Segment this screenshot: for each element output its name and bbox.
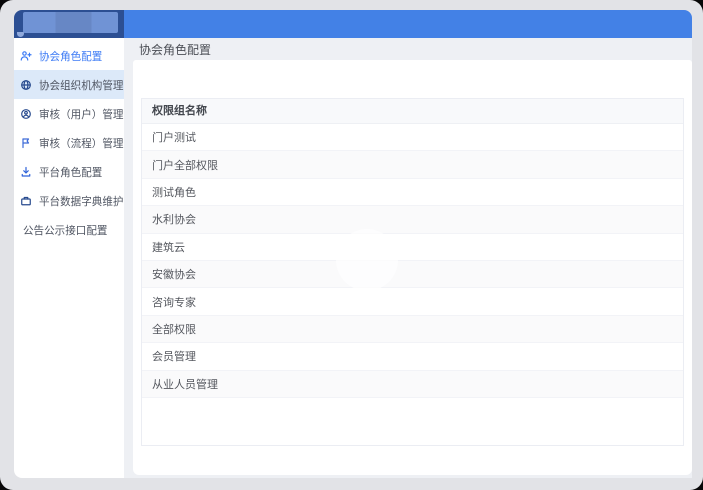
content-card: 权限组名称 门户测试门户全部权限测试角色水利协会建筑云安徽协会咨询专家全部权限会… — [133, 60, 692, 475]
main-content: 协会角色配置 权限组名称 门户测试门户全部权限测试角色水利协会建筑云安徽协会咨询… — [124, 38, 692, 478]
permission-group-table: 权限组名称 门户测试门户全部权限测试角色水利协会建筑云安徽协会咨询专家全部权限会… — [141, 98, 684, 446]
table-header-permission-group-name: 权限组名称 — [142, 99, 683, 124]
sidebar-item-5[interactable]: 平台角色配置 — [14, 157, 124, 186]
platform-role-icon — [20, 166, 32, 178]
table-row[interactable]: 门户测试 — [142, 124, 683, 151]
table-row[interactable]: 安徽协会 — [142, 261, 683, 288]
sidebar-item-3[interactable]: 审核（用户）管理 — [14, 99, 124, 128]
sidebar-item-label: 平台角色配置 — [39, 164, 102, 179]
table-row[interactable]: 咨询专家 — [142, 288, 683, 315]
permission-group-name: 咨询专家 — [152, 294, 196, 310]
table-row[interactable]: 测试角色 — [142, 179, 683, 206]
sidebar-item-1[interactable]: 协会角色配置 — [14, 41, 124, 70]
permission-group-name: 门户全部权限 — [152, 157, 218, 173]
sidebar-item-label: 平台数据字典维护 — [39, 193, 123, 208]
permission-group-name: 门户测试 — [152, 129, 196, 145]
top-navbar — [124, 10, 692, 38]
table-row[interactable]: 门户全部权限 — [142, 151, 683, 178]
permission-group-name: 会员管理 — [152, 348, 196, 364]
permission-group-name: 全部权限 — [152, 321, 196, 337]
permission-group-name: 从业人员管理 — [152, 376, 218, 392]
table-body: 门户测试门户全部权限测试角色水利协会建筑云安徽协会咨询专家全部权限会员管理从业人… — [142, 124, 683, 398]
sidebar-item-label: 审核（用户）管理 — [39, 106, 123, 121]
sidebar-item-label: 审核（流程）管理 — [39, 135, 123, 150]
permission-group-name: 水利协会 — [152, 211, 196, 227]
sidebar-item-4[interactable]: 审核（流程）管理 — [14, 128, 124, 157]
logo-glyph — [17, 32, 24, 37]
sidebar-item-7[interactable]: 公告公示接口配置 — [14, 215, 124, 244]
permission-group-name: 安徽协会 — [152, 266, 196, 282]
sidebar-item-label: 协会角色配置 — [39, 48, 102, 63]
org-globe-icon — [20, 79, 32, 91]
table-row[interactable]: 建筑云 — [142, 234, 683, 261]
audit-flow-icon — [20, 137, 32, 149]
table-row[interactable]: 全部权限 — [142, 316, 683, 343]
table-row[interactable]: 会员管理 — [142, 343, 683, 370]
screen: 协会角色配置协会组织机构管理审核（用户）管理审核（流程）管理平台角色配置平台数据… — [0, 0, 703, 490]
sidebar-item-label: 公告公示接口配置 — [23, 222, 107, 237]
sidebar-item-label: 协会组织机构管理 — [39, 77, 123, 92]
data-dict-icon — [20, 195, 32, 207]
sidebar-item-6[interactable]: 平台数据字典维护 — [14, 186, 124, 215]
logo-area — [14, 10, 124, 38]
sidebar-menu: 协会角色配置协会组织机构管理审核（用户）管理审核（流程）管理平台角色配置平台数据… — [14, 38, 124, 478]
app-window: 协会角色配置协会组织机构管理审核（用户）管理审核（流程）管理平台角色配置平台数据… — [0, 0, 703, 490]
permission-group-name: 测试角色 — [152, 184, 196, 200]
audit-user-icon — [20, 108, 32, 120]
page-title: 协会角色配置 — [139, 42, 211, 58]
sidebar-item-2[interactable]: 协会组织机构管理 — [14, 70, 124, 99]
logo-placeholder — [23, 12, 118, 33]
permission-group-name: 建筑云 — [152, 239, 185, 255]
table-row[interactable]: 从业人员管理 — [142, 371, 683, 398]
table-row[interactable]: 水利协会 — [142, 206, 683, 233]
user-add-icon — [20, 50, 32, 62]
